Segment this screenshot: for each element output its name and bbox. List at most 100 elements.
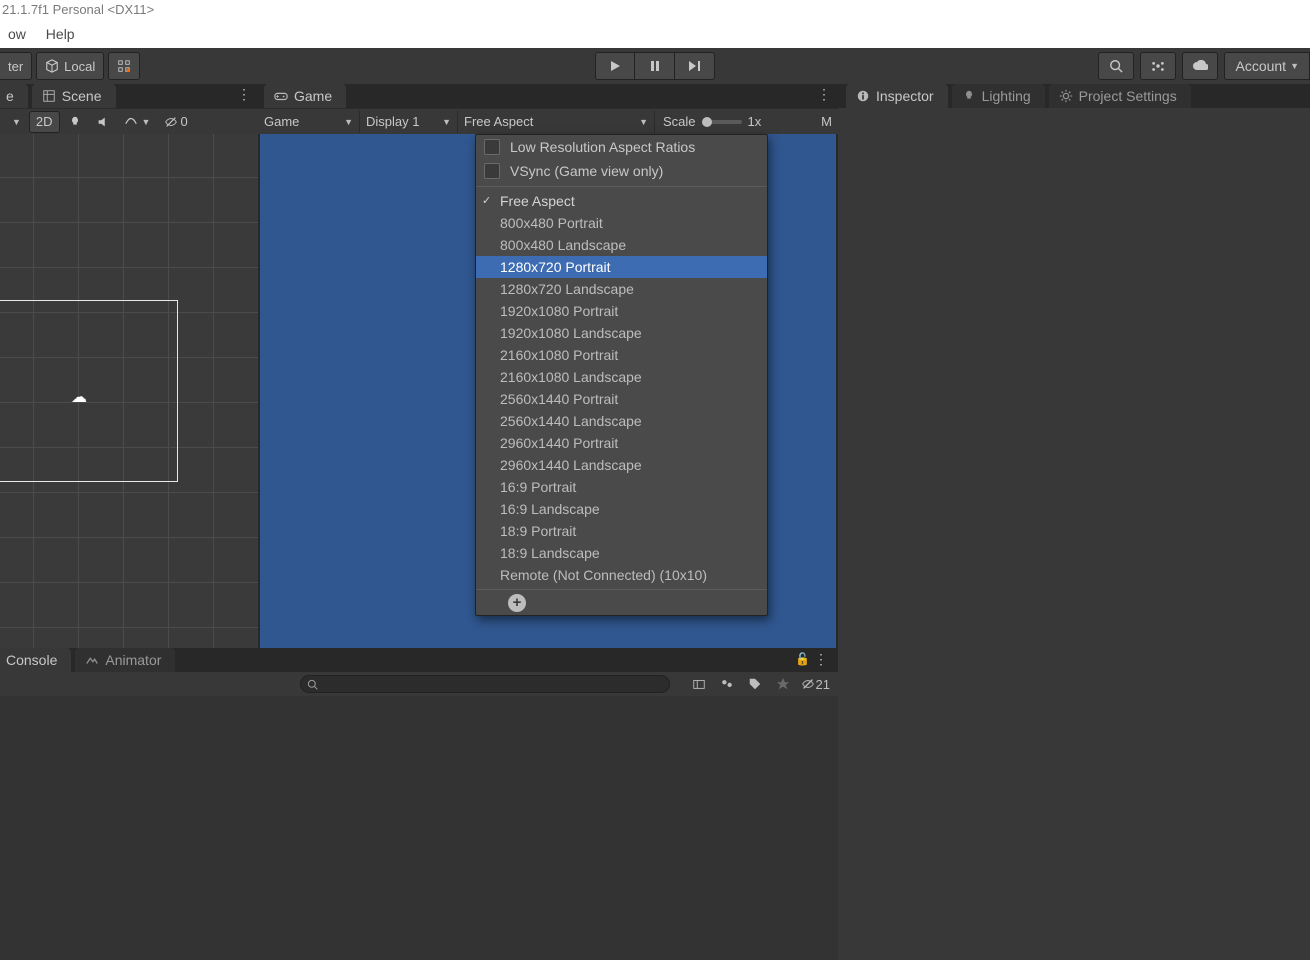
game-panel: Game ⋮ Game▼ Display 1▼ Free Aspect▼ Sca… <box>258 84 838 648</box>
filter-type-button[interactable] <box>713 674 741 694</box>
add-resolution-row[interactable]: + <box>476 589 767 615</box>
search-button[interactable] <box>1098 52 1134 80</box>
shaded-dropdown[interactable]: ▼ <box>2 111 27 133</box>
aspect-option[interactable]: Remote (Not Connected) (10x10) <box>476 564 767 586</box>
filter-label-button[interactable] <box>741 674 769 694</box>
lock-icon[interactable]: 🔓 <box>795 652 810 666</box>
tab-scene[interactable]: Scene <box>32 84 116 108</box>
scene-view[interactable]: ☁ <box>0 134 258 648</box>
tab-console[interactable]: Console <box>0 648 71 672</box>
aspect-option[interactable]: 2560x1440 Landscape <box>476 410 767 432</box>
scene-lighting-toggle[interactable] <box>62 111 88 133</box>
tool-center-button[interactable]: ter <box>0 52 32 80</box>
game-toolbar-overflow[interactable]: M <box>815 114 838 129</box>
aspect-option[interactable]: 1920x1080 Portrait <box>476 300 767 322</box>
step-button[interactable] <box>675 52 715 80</box>
main-toolbar: ter Local Account ▼ <box>0 48 1310 84</box>
animator-icon <box>85 653 99 667</box>
aspect-option[interactable]: 2960x1440 Portrait <box>476 432 767 454</box>
workspace: e Scene ⋮ ▼ 2D ▼ 0 ☁ <box>0 84 1310 960</box>
aspect-option[interactable]: 800x480 Landscape <box>476 234 767 256</box>
package-icon <box>692 677 706 691</box>
aspect-option[interactable]: 16:9 Landscape <box>476 498 767 520</box>
scene-fx-dropdown[interactable]: ▼ <box>118 111 157 133</box>
game-mode-label: Game <box>264 114 299 129</box>
checkbox[interactable] <box>484 139 500 155</box>
scene-audio-toggle[interactable] <box>90 111 116 133</box>
aspect-option[interactable]: 18:9 Portrait <box>476 520 767 542</box>
separator <box>476 186 767 187</box>
scene-toolbar: ▼ 2D ▼ 0 <box>0 108 258 134</box>
aspect-option[interactable]: 1280x720 Portrait <box>476 256 767 278</box>
chevron-down-icon: ▼ <box>12 117 21 127</box>
hidden-count: 0 <box>180 114 187 129</box>
tab-inspector[interactable]: Inspector <box>846 84 948 108</box>
collab-button[interactable] <box>1140 52 1176 80</box>
panel-menu-button[interactable]: ⋮ <box>817 86 832 103</box>
step-icon <box>688 60 702 72</box>
aspect-option[interactable]: 16:9 Portrait <box>476 476 767 498</box>
tab-animator-label: Animator <box>105 652 161 668</box>
cloud-button[interactable] <box>1182 52 1218 80</box>
filter-packages-button[interactable] <box>685 674 713 694</box>
chevron-down-icon: ▼ <box>442 117 451 127</box>
hidden-items-count: 21 <box>816 677 830 692</box>
aspect-label: Free Aspect <box>464 114 533 129</box>
aspect-option[interactable]: 2160x1080 Portrait <box>476 344 767 366</box>
account-dropdown[interactable]: Account ▼ <box>1224 52 1310 80</box>
tab-lighting-label: Lighting <box>982 88 1031 104</box>
tab-truncated[interactable]: e <box>0 84 28 108</box>
slider-knob[interactable] <box>702 117 712 127</box>
play-button[interactable] <box>595 52 635 80</box>
aspect-option[interactable]: 2560x1440 Portrait <box>476 388 767 410</box>
favorite-button[interactable] <box>769 674 797 694</box>
tool-local-label: Local <box>64 59 95 74</box>
scale-value: 1x <box>748 114 762 129</box>
low-res-checkbox-row[interactable]: Low Resolution Aspect Ratios <box>476 135 767 159</box>
tool-local-button[interactable]: Local <box>36 52 104 80</box>
panel-menu-button[interactable]: ⋮ <box>814 651 828 668</box>
panel-menu-button[interactable]: ⋮ <box>237 86 252 103</box>
aspect-option[interactable]: 2960x1440 Landscape <box>476 454 767 476</box>
aspect-option[interactable]: 800x480 Portrait <box>476 212 767 234</box>
mode-2d-toggle[interactable]: 2D <box>29 111 60 133</box>
aspect-option[interactable]: 1920x1080 Landscape <box>476 322 767 344</box>
scale-slider[interactable] <box>704 120 742 124</box>
aspect-option[interactable]: Free Aspect <box>476 190 767 212</box>
tag-icon <box>748 677 762 691</box>
lightbulb-icon <box>68 115 82 129</box>
scene-hidden-toggle[interactable]: 0 <box>158 111 193 133</box>
bottom-toolbar-icons: 21 <box>685 672 834 696</box>
tab-game-label: Game <box>294 88 332 104</box>
tab-lighting[interactable]: Lighting <box>952 84 1045 108</box>
tab-scene-label: Scene <box>62 88 102 104</box>
camera-gizmo-icon[interactable]: ☁ <box>71 387 87 407</box>
display-dropdown[interactable]: Display 1▼ <box>360 111 458 133</box>
camera-frustum-rect <box>0 300 178 482</box>
aspect-option[interactable]: 18:9 Landscape <box>476 542 767 564</box>
aspect-option[interactable]: 1280x720 Landscape <box>476 278 767 300</box>
tab-game[interactable]: Game <box>264 84 346 108</box>
menu-window[interactable]: ow <box>0 20 34 48</box>
inspector-body <box>838 108 1310 960</box>
play-icon <box>609 60 621 72</box>
chevron-down-icon: ▼ <box>142 117 151 127</box>
checkbox[interactable] <box>484 163 500 179</box>
pause-button[interactable] <box>635 52 675 80</box>
cloud-icon <box>1192 60 1208 72</box>
aspect-dropdown[interactable]: Free Aspect▼ <box>458 111 655 133</box>
search-input[interactable] <box>300 675 670 693</box>
tab-animator[interactable]: Animator <box>75 648 175 672</box>
game-mode-dropdown[interactable]: Game ▼ <box>258 111 360 133</box>
menu-help[interactable]: Help <box>38 20 83 48</box>
hidden-items-button[interactable]: 21 <box>797 674 834 694</box>
aspect-option[interactable]: 2160x1080 Landscape <box>476 366 767 388</box>
tab-project-settings[interactable]: Project Settings <box>1049 84 1191 108</box>
bottom-panel-body <box>0 696 838 960</box>
vsync-checkbox-row[interactable]: VSync (Game view only) <box>476 159 767 183</box>
chevron-down-icon: ▼ <box>344 117 353 127</box>
scale-label: Scale <box>655 114 704 129</box>
chevron-down-icon: ▼ <box>1290 61 1299 71</box>
star-icon <box>776 677 790 691</box>
tool-snap-button[interactable] <box>108 52 140 80</box>
